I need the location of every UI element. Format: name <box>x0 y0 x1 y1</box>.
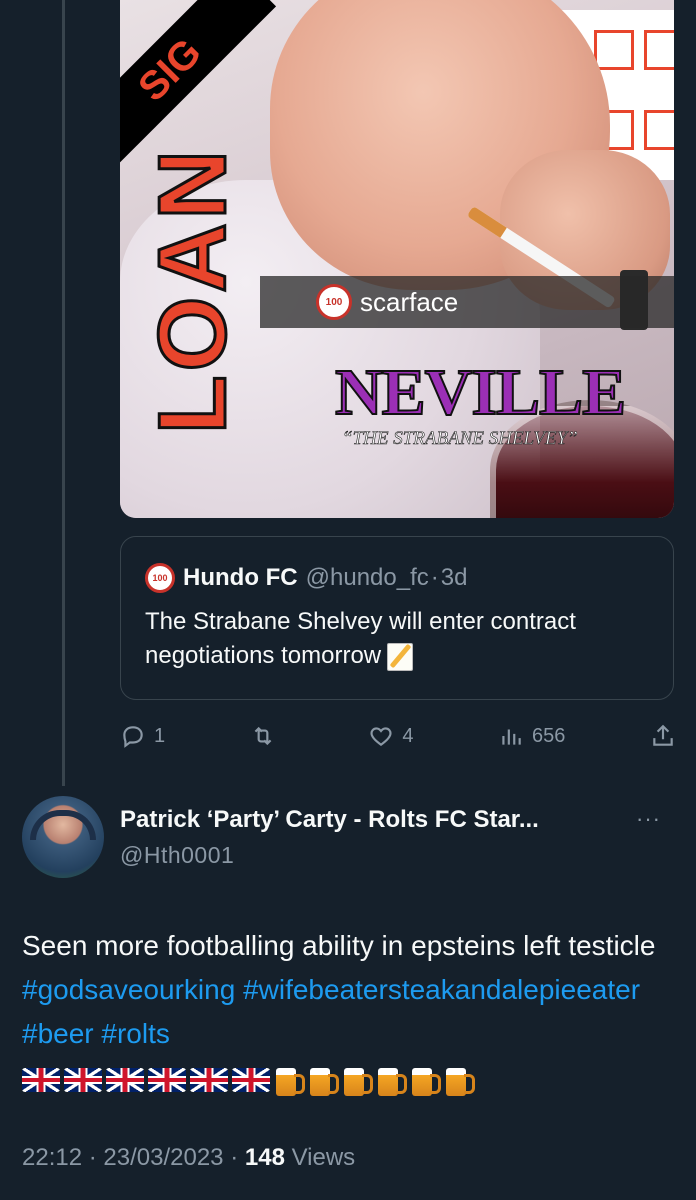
quoted-author-name[interactable]: Hundo FC <box>183 564 298 592</box>
author-avatar[interactable] <box>22 796 104 878</box>
player-name: NEVILLE <box>334 355 627 430</box>
tweet-plain-text: Seen more footballing ability in epstein… <box>22 930 656 961</box>
quoted-time[interactable]: 3d <box>441 564 468 592</box>
meta-separator: · <box>88 1144 97 1171</box>
square-shape <box>644 110 674 150</box>
tweet-text: Seen more footballing ability in epstein… <box>22 924 682 1100</box>
quoted-separator: · <box>430 564 439 591</box>
square-shape <box>644 30 674 70</box>
memo-icon <box>387 642 414 671</box>
author-display-name[interactable]: Patrick ‘Party’ Carty - Rolts FC Star... <box>120 806 600 834</box>
hashtag-link[interactable]: #beer <box>22 1018 94 1049</box>
views-button[interactable]: 656 <box>498 723 565 749</box>
reply-icon <box>123 726 143 748</box>
thread-line <box>62 0 65 786</box>
hashtag-link[interactable]: #wifebeatersteakandalepieeater <box>243 974 640 1005</box>
tweet-date[interactable]: 23/03/2023 <box>103 1144 223 1171</box>
tweet-views-label: Views <box>291 1144 356 1171</box>
author-handle[interactable]: @Hth0001 <box>120 842 234 869</box>
quoted-text: The Strabane Shelvey will enter contract… <box>145 608 576 669</box>
square-shape <box>594 30 634 70</box>
share-icon <box>653 724 673 746</box>
like-count: 4 <box>402 724 414 747</box>
sponsor-band: 100 scarface <box>260 276 674 328</box>
tweet-action-bar: 1 4 656 <box>120 716 676 756</box>
hashtag-link[interactable]: #rolts <box>101 1018 169 1049</box>
emoji-row <box>22 1060 682 1100</box>
uk-flag-icon <box>64 1068 102 1092</box>
retweet-button[interactable] <box>250 723 284 749</box>
retweet-icon <box>254 726 272 746</box>
tweet-views-count: 148 <box>244 1144 285 1171</box>
meta-separator: · <box>230 1144 239 1171</box>
sponsor-text: scarface <box>360 286 459 317</box>
views-count: 656 <box>532 724 566 747</box>
heart-icon <box>370 727 392 746</box>
uk-flag-icon <box>190 1068 228 1092</box>
reply-count: 1 <box>154 724 166 747</box>
quoted-tweet-header: 100 Hundo FC @hundo_fc · 3d <box>145 563 653 593</box>
beer-mug-icon <box>376 1062 407 1098</box>
quoted-tweet-text: The Strabane Shelvey will enter contract… <box>145 605 653 673</box>
beer-mug-icon <box>410 1062 441 1098</box>
tweet-media-image[interactable]: SIG LOAN 100 scarface NEVILLE “THE STRAB… <box>120 0 674 518</box>
uk-flag-icon <box>232 1068 270 1092</box>
uk-flag-icon <box>106 1068 144 1092</box>
player-nickname: “THE STRABANE SHELVEY” <box>342 428 578 450</box>
uk-flag-icon <box>148 1068 186 1092</box>
beer-mug-icon <box>308 1062 339 1098</box>
loan-banner: LOAN <box>138 120 248 460</box>
uk-flag-icon <box>22 1068 60 1092</box>
analytics-icon <box>502 729 521 745</box>
hashtag-link[interactable]: #godsaveourking <box>22 974 235 1005</box>
beer-mug-icon <box>444 1062 475 1098</box>
tweet-time[interactable]: 22:12 <box>22 1144 82 1171</box>
sash-text: SIG <box>129 29 210 110</box>
beer-mug-icon <box>274 1062 305 1098</box>
like-button[interactable]: 4 <box>368 723 413 749</box>
quoted-avatar[interactable]: 100 <box>145 563 175 593</box>
reply-button[interactable]: 1 <box>120 723 165 749</box>
club-logo-icon: 100 <box>316 284 352 320</box>
tweet-metadata: 22:12 · 23/03/2023 · 148 Views <box>22 1144 355 1172</box>
more-options-icon[interactable]: ··· <box>636 806 676 836</box>
avatar-figure <box>30 810 96 840</box>
share-button[interactable] <box>650 723 676 749</box>
quoted-tweet[interactable]: 100 Hundo FC @hundo_fc · 3d The Strabane… <box>120 536 674 700</box>
loan-text: LOAN <box>138 145 248 436</box>
beer-mug-icon <box>342 1062 373 1098</box>
quoted-author-handle[interactable]: @hundo_fc <box>306 564 429 592</box>
